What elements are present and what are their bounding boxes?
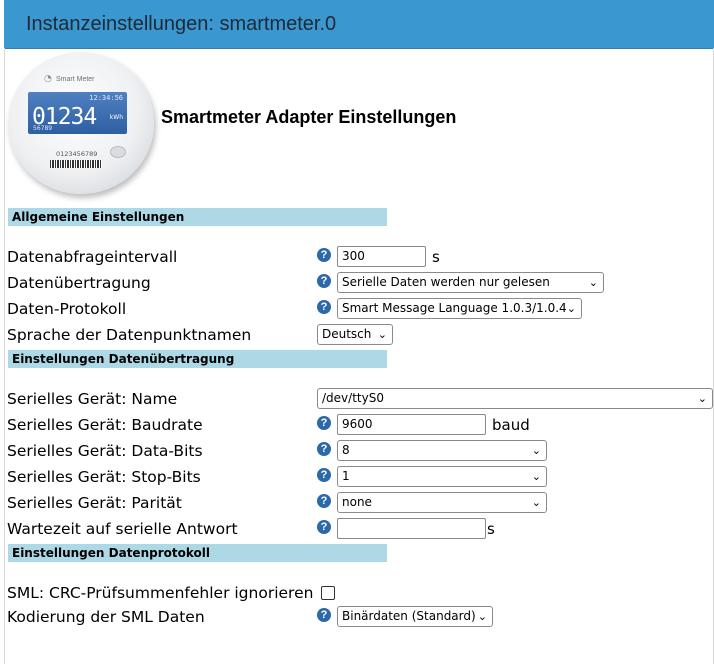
wait-time-label: Wartezeit auf serielle Antwort bbox=[7, 520, 238, 538]
help-icon[interactable]: ? bbox=[317, 494, 331, 508]
protocol-selected: Smart Message Language 1.0.3/1.0.4 bbox=[342, 301, 567, 315]
chevron-down-icon: ⌄ bbox=[531, 444, 541, 457]
barcode bbox=[50, 160, 102, 168]
protocol-label: Daten-Protokoll bbox=[7, 300, 127, 318]
interval-label: Datenabfrageintervall bbox=[7, 248, 178, 266]
encoding-label: Kodierung der SML Daten bbox=[7, 608, 205, 626]
chevron-down-icon: ⌄ bbox=[531, 496, 541, 509]
meter-small-number: 56789 bbox=[33, 125, 53, 132]
left-border bbox=[4, 48, 5, 664]
section-general-settings: Allgemeine Einstellungen bbox=[8, 208, 387, 226]
meter-unit: kWh bbox=[109, 114, 123, 121]
baudrate-label: Serielles Gerät: Baudrate bbox=[7, 416, 203, 434]
help-icon[interactable]: ? bbox=[317, 416, 331, 430]
meter-serial: 0123456789 bbox=[56, 150, 98, 158]
databits-label: Serielles Gerät: Data-Bits bbox=[7, 442, 203, 460]
device-name-selected: /dev/ttyS0 bbox=[322, 391, 384, 405]
help-icon[interactable]: ? bbox=[317, 520, 331, 534]
crc-checkbox[interactable] bbox=[321, 586, 335, 600]
baudrate-input[interactable]: 9600 bbox=[337, 414, 486, 435]
parity-selected: none bbox=[342, 495, 372, 509]
chevron-down-icon: ⌄ bbox=[477, 610, 487, 623]
stopbits-select[interactable]: 1 ⌄ bbox=[337, 466, 547, 487]
parity-label: Serielles Gerät: Parität bbox=[7, 494, 182, 512]
meter-button bbox=[110, 146, 126, 158]
help-icon[interactable]: ? bbox=[317, 468, 331, 482]
meter-brand: Smart Meter bbox=[56, 76, 95, 83]
encoding-selected: Binärdaten (Standard) bbox=[342, 609, 476, 623]
section-transfer-settings: Einstellungen Datenübertragung bbox=[8, 350, 387, 368]
chevron-down-icon: ⌄ bbox=[697, 392, 707, 405]
chevron-down-icon: ⌄ bbox=[531, 470, 541, 483]
interval-unit: s bbox=[432, 248, 440, 266]
language-label: Sprache der Datenpunktnamen bbox=[7, 326, 252, 344]
device-name-label: Serielles Gerät: Name bbox=[7, 390, 178, 408]
chevron-down-icon: ⌄ bbox=[377, 328, 387, 341]
baudrate-unit: baud bbox=[492, 416, 530, 434]
transfer-selected: Serielle Daten werden nur gelesen bbox=[342, 275, 550, 289]
databits-selected: 8 bbox=[342, 443, 350, 457]
chevron-down-icon: ⌄ bbox=[566, 302, 576, 315]
protocol-select[interactable]: Smart Message Language 1.0.3/1.0.4 ⌄ bbox=[337, 298, 582, 319]
signal-icon: ◔ bbox=[44, 74, 52, 84]
language-select[interactable]: Deutsch ⌄ bbox=[317, 324, 393, 345]
wait-time-unit: s bbox=[487, 520, 495, 538]
help-icon[interactable]: ? bbox=[317, 442, 331, 456]
parity-select[interactable]: none ⌄ bbox=[337, 492, 547, 513]
stopbits-selected: 1 bbox=[342, 469, 350, 483]
transfer-select[interactable]: Serielle Daten werden nur gelesen ⌄ bbox=[337, 272, 604, 293]
encoding-select[interactable]: Binärdaten (Standard) ⌄ bbox=[337, 606, 493, 627]
help-icon[interactable]: ? bbox=[317, 248, 331, 262]
transfer-label: Datenübertragung bbox=[7, 274, 151, 292]
device-name-select[interactable]: /dev/ttyS0 ⌄ bbox=[317, 388, 713, 409]
section-protocol-settings: Einstellungen Datenprotokoll bbox=[8, 544, 387, 562]
wait-time-input[interactable] bbox=[337, 518, 486, 539]
language-selected: Deutsch bbox=[322, 327, 372, 341]
databits-select[interactable]: 8 ⌄ bbox=[337, 440, 547, 461]
stopbits-label: Serielles Gerät: Stop-Bits bbox=[7, 468, 201, 486]
help-icon[interactable]: ? bbox=[317, 274, 331, 288]
help-icon[interactable]: ? bbox=[317, 608, 331, 622]
meter-clock: 12:34:56 bbox=[89, 94, 123, 102]
help-icon[interactable]: ? bbox=[317, 300, 331, 314]
chevron-down-icon: ⌄ bbox=[588, 276, 598, 289]
window-titlebar: Instanzeinstellungen: smartmeter.0 bbox=[4, 0, 714, 49]
smartmeter-logo: ◔ Smart Meter 12:34:56 01234 kWh 56789 0… bbox=[8, 52, 154, 194]
page-title: Smartmeter Adapter Einstellungen bbox=[161, 107, 457, 127]
window-title: Instanzeinstellungen: smartmeter.0 bbox=[26, 13, 337, 35]
interval-input[interactable]: 300 bbox=[337, 246, 426, 267]
crc-label: SML: CRC-Prüfsummenfehler ignorieren bbox=[7, 584, 314, 602]
meter-display: 12:34:56 01234 kWh 56789 bbox=[28, 92, 127, 134]
